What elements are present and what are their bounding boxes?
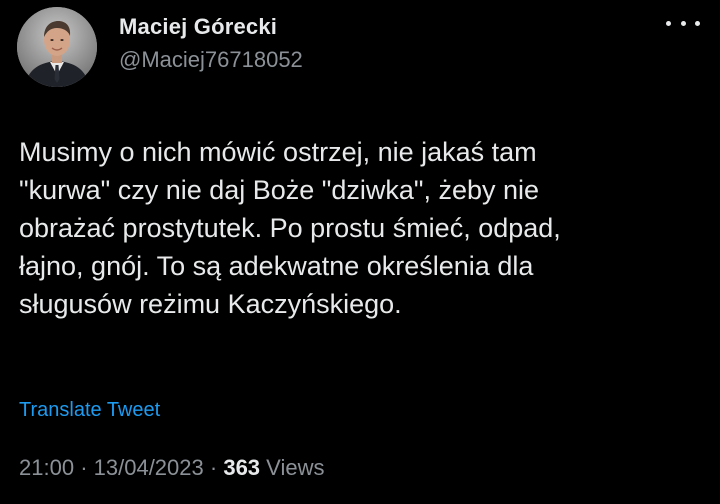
author-handle[interactable]: @Maciej76718052 [119,47,303,73]
more-dot [680,20,686,26]
tweet-card: Maciej Górecki @Maciej76718052 Musimy o … [0,0,720,504]
avatar[interactable] [17,7,97,87]
author-display-name[interactable]: Maciej Górecki [119,14,277,40]
meta-separator: · [209,455,218,480]
tweet-time[interactable]: 21:00 [19,455,74,480]
views-count: 363 [223,455,261,480]
tweet-date[interactable]: 13/04/2023 [94,455,204,480]
translate-tweet-link[interactable]: Translate Tweet [19,399,160,422]
tweet-text-line: Musimy o nich mówić ostrzej, nie jakaś t… [19,137,537,167]
tweet-meta: 21:00 · 13/04/2023 · 363 Views [19,455,324,481]
more-dot [666,20,671,26]
avatar-photo [17,7,97,87]
more-options-icon[interactable] [666,11,700,35]
meta-separator: · [80,455,88,480]
more-dot [695,20,700,26]
tweet-text: Musimy o nich mówić ostrzej, nie jakaś t… [19,133,699,323]
tweet-text-line: łajno, gnój. To są adekwatne określenia … [19,251,534,281]
tweet-text-line: obrażać prostytutek. Po prostu śmieć, od… [19,213,561,243]
tweet-text-line: sługusów reżimu Kaczyńskiego. [19,289,402,319]
tweet-text-line: "kurwa" czy nie daj Boże "dziwka", żeby … [19,175,540,205]
views-label: Views [266,455,325,480]
